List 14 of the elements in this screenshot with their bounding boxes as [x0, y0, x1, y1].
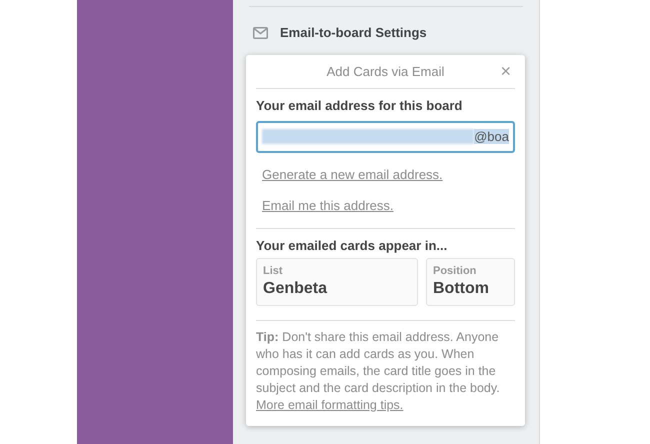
email-address-value: @boa [474, 129, 509, 144]
email-address-field[interactable]: @boa [256, 120, 515, 152]
address-label: Your email address for this board [256, 97, 464, 115]
link[interactable]: Generate a new email address. [262, 164, 443, 184]
envelope-icon [253, 26, 268, 39]
destination-label: Your emailed cards appear in... [256, 236, 448, 255]
select-field[interactable]: List Genbeta [256, 258, 418, 306]
section-title: Email-to-board Settings [280, 24, 427, 42]
link[interactable]: Email me this address. [262, 196, 394, 216]
close-button[interactable]: × [500, 62, 511, 80]
tip-text: Tip: Don't share this email address. Anyone who has it can add cards as you. When composing emails, the card title goes in the subject and the card description in the body. More email formatting tips. [256, 329, 501, 414]
select-field[interactable]: Position Bottom [426, 258, 515, 306]
formatting-tips-link[interactable]: More email formatting tips. [256, 398, 404, 412]
popover-title: Add Cards via Email [326, 62, 444, 81]
